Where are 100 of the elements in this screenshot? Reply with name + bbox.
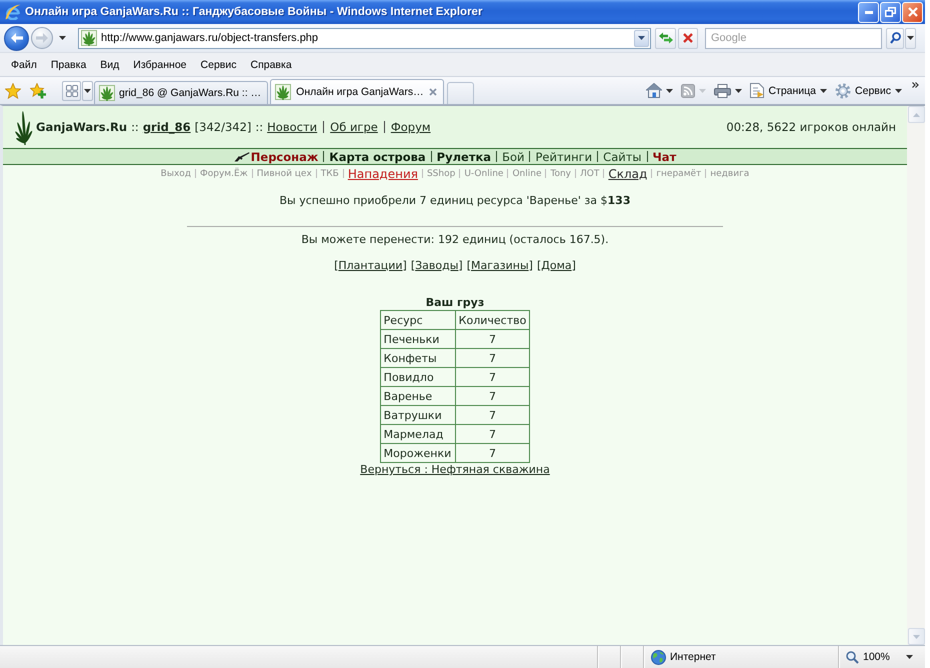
tab[interactable]: Онлайн игра GanjaWars… xyxy=(270,79,444,104)
nav-link[interactable]: Чат xyxy=(652,150,676,164)
table-cell: Мороженки xyxy=(380,444,456,462)
page-menu-button[interactable]: Страница xyxy=(749,80,828,100)
leaf-icon xyxy=(99,85,115,101)
url-field[interactable]: http://www.ganjawars.ru/object-transfers.php xyxy=(97,30,634,46)
caret-icon xyxy=(907,36,914,40)
arrow-right-icon xyxy=(36,33,48,43)
header-link[interactable]: Об игре xyxy=(330,120,378,134)
minimize-icon xyxy=(864,10,872,14)
menu-link[interactable]: Склад xyxy=(608,166,648,180)
column-header: Ресурс xyxy=(380,310,456,330)
ie-logo-icon xyxy=(5,4,21,20)
menu-link[interactable]: Нападения xyxy=(348,166,418,180)
table-cell: 7 xyxy=(455,330,530,348)
table-cell: 7 xyxy=(455,406,530,424)
search-options-button[interactable] xyxy=(905,28,916,48)
table-cell: Мармелад xyxy=(380,424,456,444)
nav-link[interactable]: Рейтинги xyxy=(535,150,592,164)
caret-icon xyxy=(666,88,674,92)
table-cell: Конфеты xyxy=(380,348,456,368)
zoom-button[interactable]: 100% xyxy=(838,646,925,668)
tab[interactable]: grid_86 @ GanjaWars.Ru :: … xyxy=(94,81,268,104)
caret-icon xyxy=(84,88,91,92)
printer-icon xyxy=(714,84,732,98)
stop-button[interactable] xyxy=(678,28,698,48)
feed-icon xyxy=(681,84,696,98)
category-link[interactable]: [Дома] xyxy=(536,259,576,272)
table-cell: 7 xyxy=(455,386,530,406)
menu-item[interactable]: Вид xyxy=(93,54,126,74)
address-dropdown-button[interactable] xyxy=(634,30,649,46)
leaf-logo-icon[interactable] xyxy=(13,109,33,145)
table-cell: Печеньки xyxy=(380,330,456,348)
menu-item[interactable]: Файл xyxy=(4,54,44,74)
category-link[interactable]: [Заводы] xyxy=(410,259,463,272)
stop-icon xyxy=(683,33,693,43)
gear-icon xyxy=(835,82,852,98)
restore-button[interactable] xyxy=(880,2,901,22)
caret-icon xyxy=(820,88,828,92)
restore-icon xyxy=(885,7,896,17)
refresh-button[interactable] xyxy=(655,28,676,48)
nav-link[interactable]: Персонаж xyxy=(250,150,318,164)
username-link[interactable]: grid_86 xyxy=(142,120,191,134)
capacity-text: Вы можете перенести: 192 единиц (осталось 167.5). xyxy=(301,233,609,246)
tools-menu-button[interactable]: Сервис xyxy=(834,80,903,100)
tiles-icon xyxy=(66,84,78,96)
minimize-button[interactable] xyxy=(858,2,879,22)
star-plus-icon[interactable] xyxy=(30,82,46,98)
column-header: Количество xyxy=(455,310,530,330)
table-cell: Ватрушки xyxy=(380,406,456,424)
table-cell: Варенье xyxy=(380,386,456,406)
menu-item[interactable]: Избранное xyxy=(126,54,194,74)
site-name: GanjaWars.Ru xyxy=(36,120,128,134)
nav-link[interactable]: Сайты xyxy=(603,150,642,164)
menu-item[interactable]: Справка xyxy=(243,54,299,74)
search-button[interactable] xyxy=(886,28,904,48)
address-bar[interactable]: http://www.ganjawars.ru/object-transfers.php xyxy=(78,28,651,48)
table-cell: 7 xyxy=(455,424,530,444)
purchase-message: Вы успешно приобрели 7 единиц ресурса 'Варенье' за $133 xyxy=(280,194,630,207)
caret-icon xyxy=(638,36,645,40)
back-link[interactable]: Вернуться : Нефтяная скважина xyxy=(360,463,550,476)
home-button[interactable] xyxy=(645,80,674,100)
chevron-icon[interactable] xyxy=(912,82,919,88)
zoom-icon xyxy=(846,650,859,664)
search-field[interactable]: Google xyxy=(705,28,882,48)
globe-icon xyxy=(651,650,666,664)
separator-text: :: xyxy=(131,120,139,134)
close-button[interactable] xyxy=(902,2,923,22)
tab-list-button[interactable] xyxy=(82,80,93,100)
health-text: [342/342] xyxy=(194,120,252,134)
caret-icon xyxy=(735,88,742,92)
caret-icon xyxy=(906,655,913,659)
caret-icon xyxy=(895,88,902,92)
table-cell: 7 xyxy=(455,368,530,386)
header-link[interactable]: Новости xyxy=(267,120,318,134)
star-icon[interactable] xyxy=(5,82,21,98)
close-icon[interactable] xyxy=(428,88,437,96)
category-link[interactable]: [Плантации] xyxy=(334,259,407,272)
table-cell: 7 xyxy=(455,444,530,462)
header-link[interactable]: Форум xyxy=(390,120,431,134)
nav-link[interactable]: Карта острова xyxy=(329,150,426,164)
home-icon xyxy=(646,83,662,98)
security-zone-text: Интернет xyxy=(670,651,716,663)
page-icon xyxy=(750,83,764,98)
nav-link[interactable]: Рулетка xyxy=(436,150,492,164)
window-title: Онлайн игра GanjaWars.Ru :: Ганджубасовые Войны - Windows Internet Explorer xyxy=(25,6,484,18)
category-link[interactable]: [Магазины] xyxy=(466,259,533,272)
caret-icon xyxy=(699,88,706,92)
leaf-icon xyxy=(275,84,292,100)
back-button[interactable] xyxy=(4,26,29,50)
nav-link[interactable]: Бой xyxy=(502,150,524,164)
caret-down-icon xyxy=(913,634,920,638)
table-title: Ваш груз xyxy=(426,296,484,309)
separator-text: :: xyxy=(255,120,264,134)
table-cell: 7 xyxy=(455,348,530,368)
leaf-icon xyxy=(81,30,97,46)
refresh-icon xyxy=(658,32,672,44)
menu-item[interactable]: Правка xyxy=(44,54,94,74)
menu-item[interactable]: Сервис xyxy=(194,54,244,74)
rifle-icon xyxy=(234,152,250,162)
